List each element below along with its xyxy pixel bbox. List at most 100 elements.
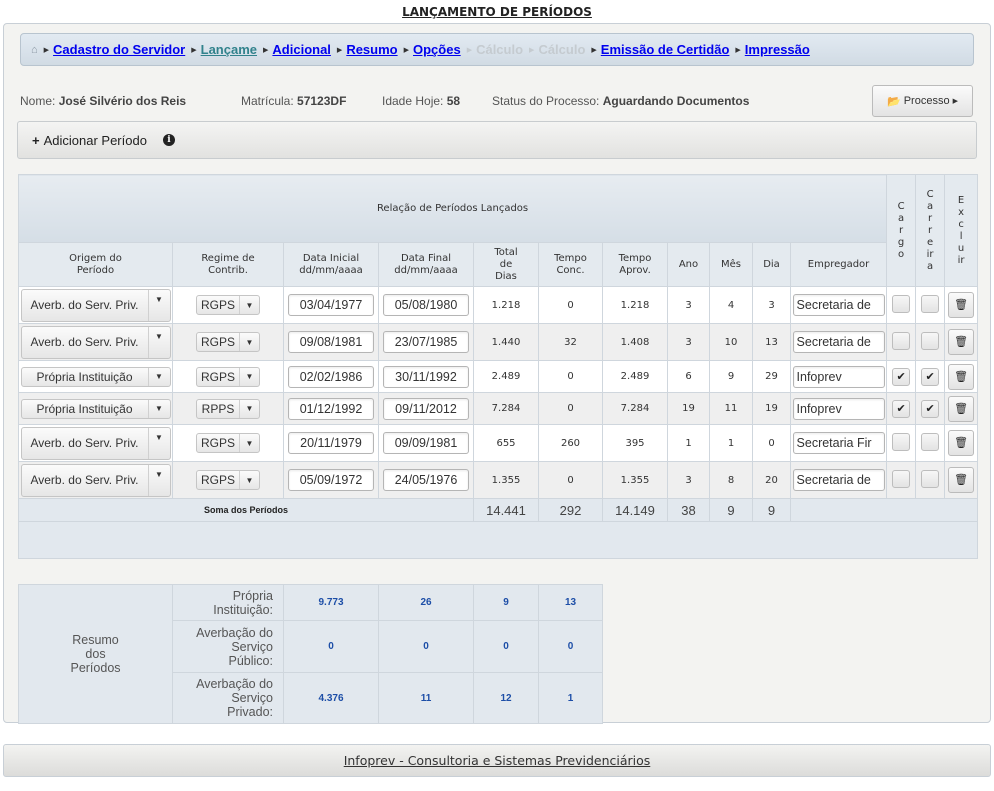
- trash-icon[interactable]: 🗑: [948, 467, 975, 493]
- carreira-checkbox[interactable]: ✔: [921, 367, 940, 386]
- data-final-input[interactable]: [383, 331, 469, 353]
- trash-icon[interactable]: 🗑: [948, 292, 975, 318]
- regime-select[interactable]: RGPS ▼: [196, 470, 260, 490]
- breadcrumb-item-cadastro[interactable]: ▶ Cadastro do Servidor: [44, 42, 186, 57]
- origem-select[interactable]: Própria Instituição ▼: [20, 398, 171, 419]
- resumo-value: 9: [473, 584, 539, 621]
- cargo-checkbox[interactable]: [892, 432, 911, 451]
- nome-value: José Silvério dos Reis: [58, 94, 187, 108]
- data-final-input[interactable]: [383, 294, 469, 316]
- home-icon[interactable]: ⌂: [31, 44, 38, 56]
- empregador-input[interactable]: [792, 469, 885, 491]
- carreira-checkbox[interactable]: [921, 432, 940, 451]
- breadcrumb-link[interactable]: Opções: [413, 42, 461, 57]
- col-header-excluir: Excluir: [944, 174, 979, 287]
- regime-select[interactable]: RGPS ▼: [196, 295, 260, 315]
- origem-select[interactable]: Averb. do Serv. Priv. ▼: [20, 288, 171, 322]
- regime-select[interactable]: RGPS ▼: [196, 366, 260, 387]
- resumo-value: 0: [378, 620, 474, 673]
- empregador-input[interactable]: [792, 331, 885, 353]
- carreira-checkbox[interactable]: [921, 469, 940, 488]
- footer: Infoprev - Consultoria e Sistemas Previd…: [3, 744, 991, 777]
- carreira-checkbox[interactable]: [921, 294, 940, 313]
- trash-icon[interactable]: 🗑: [948, 395, 975, 422]
- caret-down-icon: ▼: [147, 399, 170, 418]
- data-final-input[interactable]: [383, 432, 469, 454]
- sum-label: Soma dos Períodos: [18, 498, 474, 522]
- origem-select[interactable]: Averb. do Serv. Priv. ▼: [20, 426, 171, 460]
- caret-down-icon: ▼: [147, 427, 170, 459]
- breadcrumb-item-adicional[interactable]: ▶ Adicional: [263, 42, 331, 57]
- data-inicial-input[interactable]: [288, 469, 374, 491]
- caret-down-icon: ▼: [147, 367, 170, 386]
- origem-select[interactable]: Averb. do Serv. Priv. ▼: [20, 463, 171, 497]
- resumo-value: 4.376: [283, 672, 379, 724]
- empregador-input[interactable]: [792, 432, 885, 454]
- breadcrumb-item-opcoes[interactable]: ▶ Opções: [404, 42, 461, 57]
- regime-select[interactable]: RGPS ▼: [196, 433, 260, 453]
- breadcrumb-link[interactable]: Impressão: [745, 42, 810, 57]
- trash-icon[interactable]: 🗑: [948, 329, 975, 355]
- resumo-label: Resumo dos Períodos: [18, 584, 173, 724]
- processo-button[interactable]: 📂 Processo ▶: [872, 85, 973, 117]
- origem-select[interactable]: Própria Instituição ▼: [20, 366, 171, 387]
- breadcrumb-link: Cálculo: [476, 42, 524, 57]
- breadcrumb-link[interactable]: Lançame: [201, 42, 257, 57]
- data-inicial-input[interactable]: [288, 294, 374, 316]
- data-inicial-input[interactable]: [288, 331, 374, 353]
- data-final-input[interactable]: [383, 397, 469, 420]
- table-title: Relação de Períodos Lançados: [17, 174, 888, 243]
- add-period-button[interactable]: Adicionar Período: [44, 133, 147, 148]
- col-header-dia: Dia: [752, 242, 791, 287]
- col-header-cargo: Cargo: [886, 174, 917, 287]
- data-final-input[interactable]: [383, 469, 469, 491]
- sum-mes: 9: [709, 498, 753, 522]
- tempo-conc-cell: 260: [538, 424, 603, 462]
- breadcrumb-item-resumo[interactable]: ▶ Resumo: [337, 42, 398, 57]
- data-inicial-input[interactable]: [288, 397, 374, 420]
- origem-select[interactable]: Averb. do Serv. Priv. ▼: [20, 325, 171, 359]
- cargo-checkbox[interactable]: ✔: [892, 367, 911, 386]
- breadcrumb-item-lancamento[interactable]: ▶ Lançame: [191, 42, 257, 57]
- table-row: Averb. do Serv. Priv.▼ RGPS▼ 1.355 0 1.3…: [18, 461, 979, 499]
- trash-icon[interactable]: 🗑: [948, 430, 975, 456]
- dia-cell: 20: [752, 461, 791, 499]
- footer-link[interactable]: Infoprev - Consultoria e Sistemas Previd…: [344, 753, 651, 768]
- tempo-aprov-cell: 395: [602, 424, 668, 462]
- info-icon[interactable]: i: [162, 134, 175, 146]
- status-info: Status do Processo: Aguardando Documento…: [492, 94, 749, 108]
- carreira-checkbox[interactable]: ✔: [921, 399, 940, 418]
- empregador-input[interactable]: [792, 365, 885, 388]
- trash-icon[interactable]: 🗑: [948, 363, 975, 390]
- breadcrumb-link[interactable]: Cadastro do Servidor: [53, 42, 185, 57]
- breadcrumb-link[interactable]: Resumo: [346, 42, 397, 57]
- spacer-row: [17, 521, 979, 559]
- empregador-input[interactable]: [792, 397, 885, 420]
- caret-down-icon: ▼: [147, 289, 170, 321]
- caret-down-icon: ▼: [239, 399, 259, 418]
- resumo-value: 11: [378, 672, 474, 724]
- data-final-input[interactable]: [383, 365, 469, 388]
- breadcrumb-link[interactable]: Emissão de Certidão: [601, 42, 730, 57]
- breadcrumb-item-emissao[interactable]: ▶ Emissão de Certidão: [591, 42, 729, 57]
- data-inicial-input[interactable]: [288, 432, 374, 454]
- cargo-checkbox[interactable]: ✔: [892, 399, 911, 418]
- cargo-checkbox[interactable]: [892, 331, 911, 350]
- breadcrumb-link[interactable]: Adicional: [272, 42, 331, 57]
- breadcrumb-item-impressao[interactable]: ▶ Impressão: [735, 42, 809, 57]
- cargo-checkbox[interactable]: [892, 294, 911, 313]
- data-inicial-input[interactable]: [288, 365, 374, 388]
- caret-right-icon: ▶: [466, 46, 473, 54]
- sum-total-dias: 14.441: [473, 498, 539, 522]
- total-dias-cell: 655: [473, 424, 539, 462]
- caret-right-icon: ▶: [336, 46, 343, 54]
- empregador-input[interactable]: [792, 294, 885, 316]
- carreira-checkbox[interactable]: [921, 331, 940, 350]
- regime-select[interactable]: RPPS ▼: [196, 398, 260, 419]
- mes-cell: 9: [709, 360, 753, 393]
- nome-info: Nome: José Silvério dos Reis: [20, 94, 186, 108]
- plus-icon[interactable]: +: [32, 133, 40, 148]
- mes-cell: 10: [709, 323, 753, 361]
- regime-select[interactable]: RGPS ▼: [196, 332, 260, 352]
- cargo-checkbox[interactable]: [892, 469, 911, 488]
